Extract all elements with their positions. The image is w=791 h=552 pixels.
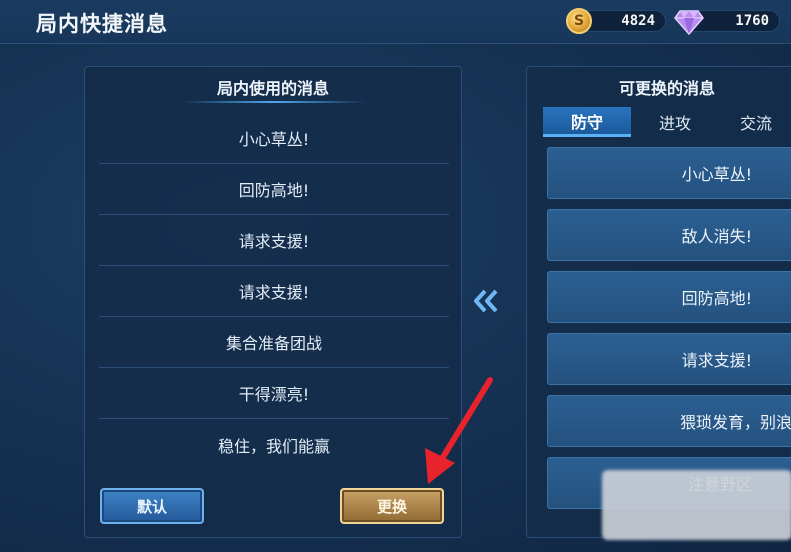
tab-attack[interactable]: 进攻 (631, 107, 719, 137)
replaceable-message-item[interactable]: 回防高地! (547, 271, 791, 323)
double-chevron-left-glyph (474, 289, 498, 313)
watermark-overlay (602, 470, 791, 540)
double-chevron-left-icon[interactable] (466, 284, 506, 318)
in-game-message-item[interactable]: 请求支援! (99, 215, 449, 266)
replaceable-messages-title: 可更换的消息 (618, 79, 715, 98)
in-game-message-item[interactable]: 回防高地! (99, 164, 449, 215)
replaceable-message-item[interactable]: 敌人消失! (547, 209, 791, 261)
page-title: 局内快捷消息 (36, 12, 168, 36)
in-game-message-item[interactable]: 集合准备团战 (99, 317, 449, 368)
coin-icon: S (566, 8, 592, 34)
tab-chat[interactable]: 交流 (719, 107, 791, 137)
title-underline (181, 101, 367, 103)
replaceable-message-item[interactable]: 小心草丛! (547, 147, 791, 199)
in-game-message-item[interactable]: 干得漂亮! (99, 368, 449, 419)
category-tabs: 防守 进攻 交流 (543, 107, 791, 137)
diamond-icon (674, 10, 704, 35)
in-game-messages-panel: 局内使用的消息 小心草丛! 回防高地! 请求支援! 请求支援! 集合准备团战 干… (84, 66, 462, 538)
in-game-message-item[interactable]: 小心草丛! (99, 113, 449, 164)
gem-currency: 1760 (674, 7, 780, 35)
in-game-message-item[interactable]: 稳住，我们能赢 (99, 419, 449, 470)
gold-currency: S 4824 (566, 7, 666, 35)
in-game-messages-title: 局内使用的消息 (216, 79, 329, 98)
replaceable-message-list: 小心草丛! 敌人消失! 回防高地! 请求支援! 猥琐发育，别浪 注意野区 (547, 147, 791, 519)
top-bar: 局内快捷消息 S 4824 1760 (0, 0, 791, 44)
in-game-message-list: 小心草丛! 回防高地! 请求支援! 请求支援! 集合准备团战 干得漂亮! 稳住，… (99, 113, 449, 470)
replaceable-message-item[interactable]: 请求支援! (547, 333, 791, 385)
tab-defense[interactable]: 防守 (543, 107, 631, 137)
replaceable-messages-panel: 可更换的消息 防守 进攻 交流 小心草丛! 敌人消失! 回防高地! 请求支援! … (526, 66, 791, 538)
replaceable-message-item[interactable]: 猥琐发育，别浪 (547, 395, 791, 447)
default-button[interactable]: 默认 (100, 488, 204, 524)
in-game-message-item[interactable]: 请求支援! (99, 266, 449, 317)
replace-button[interactable]: 更换 (340, 488, 444, 524)
